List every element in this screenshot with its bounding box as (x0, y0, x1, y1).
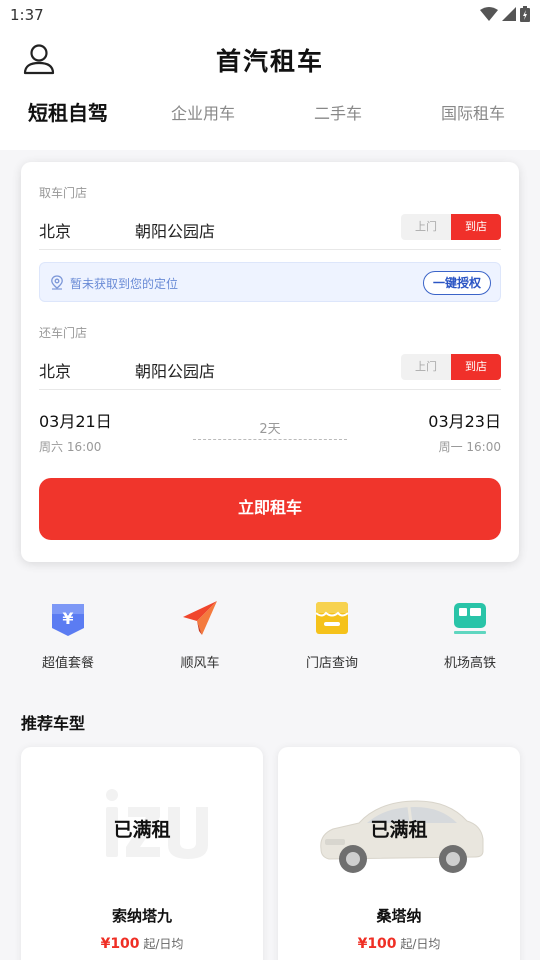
car-price: ¥100 起/日均 (278, 935, 520, 952)
shortcut-store-search[interactable]: 门店查询 (277, 598, 387, 671)
location-tip-text: 暂未获取到您的定位 (70, 277, 179, 291)
end-date[interactable]: 03月23日 周一 16:00 (428, 408, 501, 455)
price-amount: ¥100 (100, 936, 140, 952)
price-unit: 起/日均 (143, 937, 184, 951)
date-range[interactable]: 03月21日 周六 16:00 2天 03月23日 周一 16:00 (39, 408, 501, 458)
car-name: 桑塔纳 (376, 907, 422, 925)
shortcut-label: 超值套餐 (41, 656, 94, 671)
pickup-label: 取车门店 (39, 186, 88, 200)
rent-now-button[interactable]: 立即租车 (39, 478, 501, 540)
pickup-mode-toggle[interactable]: 上门 到店 (401, 214, 501, 240)
end-date-time: 周一 16:00 (438, 440, 501, 454)
tab-international[interactable]: 国际租车 (441, 100, 505, 124)
status-icons (480, 6, 530, 22)
duration-divider (193, 439, 347, 440)
shortcut-airport-rail[interactable]: 机场高铁 (415, 598, 525, 671)
return-row[interactable]: 北京 朝阳公园店 上门 到店 (39, 354, 501, 390)
price-amount: ¥100 (357, 936, 397, 952)
header: 首汽租车 短租自驾 企业用车 二手车 国际租车 (0, 30, 540, 150)
pickup-door-option[interactable]: 上门 (401, 214, 451, 240)
tab-bar: 短租自驾 企业用车 二手车 国际租车 (0, 100, 540, 134)
car-status: 已满租 (370, 819, 428, 841)
shortcut-label: 顺风车 (180, 656, 220, 671)
shortcut-value-package[interactable]: ¥ 超值套餐 (13, 598, 123, 671)
store-icon (315, 602, 349, 634)
return-store-option[interactable]: 到店 (451, 354, 501, 380)
booking-card: 取车门店 北京 朝阳公园店 上门 到店 暂未获取到您的定位 一键授权 还车门店 … (21, 162, 519, 562)
battery-icon (520, 6, 530, 22)
shortcut-label: 门店查询 (305, 656, 358, 671)
status-time: 1:37 (10, 6, 44, 24)
wifi-icon (480, 7, 498, 21)
car-status: 已满租 (113, 819, 171, 841)
return-mode-toggle[interactable]: 上门 到店 (401, 354, 501, 380)
shortcut-grid: ¥ 超值套餐 顺风车 门店查询 机场高铁 (0, 598, 540, 678)
car-name: 索纳塔九 (111, 907, 172, 925)
pickup-store[interactable]: 朝阳公园店 (135, 218, 215, 242)
return-label: 还车门店 (39, 326, 88, 340)
location-pin-icon (51, 275, 63, 290)
authorize-location-button[interactable]: 一键授权 (423, 271, 491, 295)
start-date-value: 03月21日 (39, 412, 112, 431)
end-date-value: 03月23日 (428, 412, 501, 431)
price-unit: 起/日均 (400, 937, 441, 951)
page-title: 首汽租车 (215, 47, 324, 76)
paper-plane-icon (183, 601, 217, 635)
recommend-title: 推荐车型 (21, 714, 86, 733)
shortcut-label: 机场高铁 (443, 656, 496, 671)
pickup-city[interactable]: 北京 (39, 218, 71, 242)
rental-duration: 2天 (259, 422, 281, 437)
signal-icon (502, 7, 516, 21)
start-date-time: 周六 16:00 (39, 440, 102, 454)
car-price: ¥100 起/日均 (21, 935, 263, 952)
tab-used-car[interactable]: 二手车 (314, 100, 362, 124)
pickup-row[interactable]: 北京 朝阳公园店 上门 到店 (39, 214, 501, 250)
start-date[interactable]: 03月21日 周六 16:00 (39, 408, 112, 455)
return-store[interactable]: 朝阳公园店 (135, 358, 215, 382)
svg-text:¥: ¥ (62, 609, 73, 628)
tab-short-rental[interactable]: 短租自驾 (28, 97, 108, 126)
car-card-sonata[interactable]: 已满租 索纳塔九 ¥100 起/日均 (21, 747, 263, 960)
return-door-option[interactable]: 上门 (401, 354, 451, 380)
car-card-santana[interactable]: 已满租 桑塔纳 ¥100 起/日均 (278, 747, 520, 960)
train-icon (454, 603, 486, 634)
return-city[interactable]: 北京 (39, 358, 71, 382)
status-bar: 1:37 (0, 0, 540, 30)
yuan-tag-icon: ¥ (52, 604, 84, 636)
pickup-store-option[interactable]: 到店 (451, 214, 501, 240)
shortcut-carpool[interactable]: 顺风车 (145, 598, 255, 671)
location-tip: 暂未获取到您的定位 一键授权 (39, 262, 501, 302)
tab-enterprise[interactable]: 企业用车 (171, 100, 235, 124)
